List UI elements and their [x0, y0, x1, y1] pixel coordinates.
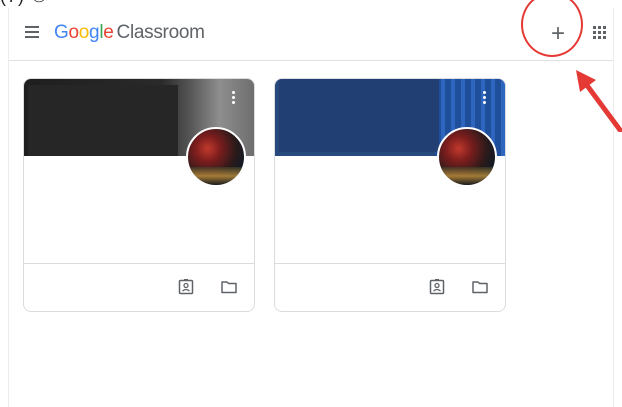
class-card-footer — [275, 263, 505, 311]
more-vertical-icon[interactable] — [230, 91, 236, 107]
folder-icon[interactable] — [471, 278, 489, 296]
apps-grid-icon[interactable] — [593, 26, 607, 40]
teacher-avatar — [437, 127, 497, 187]
assignment-ind-icon[interactable] — [177, 278, 195, 296]
google-classroom-logo[interactable]: Google Classroom — [54, 22, 205, 44]
logo-product-name: Classroom — [116, 22, 205, 43]
classroom-window: Google Classroom + — [8, 8, 614, 407]
folder-icon[interactable] — [220, 278, 238, 296]
top-app-bar: Google Classroom + — [9, 8, 613, 61]
create-or-join-class-button[interactable]: + — [542, 18, 574, 50]
teacher-avatar — [186, 127, 246, 187]
logo-letter: G — [54, 22, 69, 43]
logo-letter: o — [78, 22, 90, 43]
class-card[interactable] — [274, 78, 506, 312]
hamburger-menu-icon[interactable] — [25, 26, 39, 38]
assignment-ind-icon[interactable] — [428, 278, 446, 296]
logo-letter: o — [68, 22, 79, 43]
more-vertical-icon[interactable] — [481, 91, 487, 107]
logo-letter: e — [103, 22, 114, 43]
logo-letter: g — [89, 22, 100, 43]
class-card[interactable] — [23, 78, 255, 312]
class-card-footer — [24, 263, 254, 311]
